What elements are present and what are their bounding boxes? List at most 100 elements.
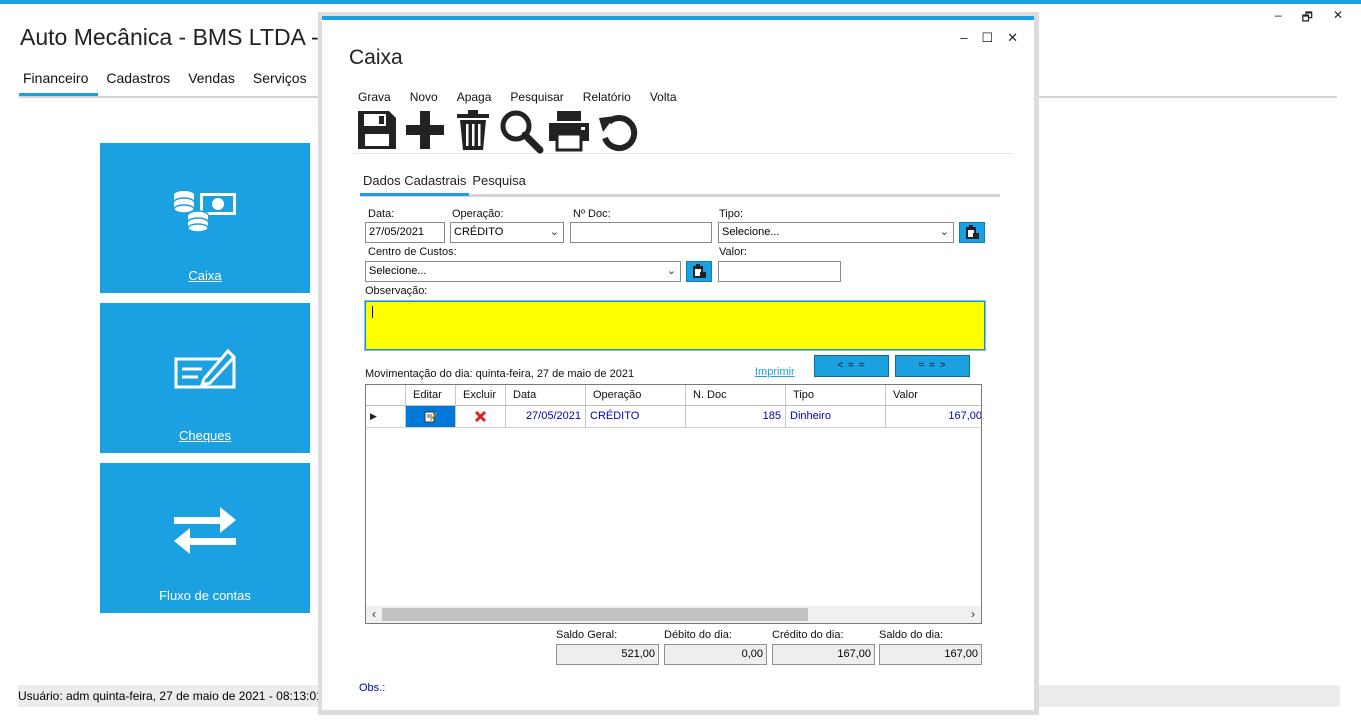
nav-item-servicos[interactable]: Serviços: [249, 70, 317, 96]
app-title: Auto Mecânica - BMS LTDA -: [20, 24, 319, 50]
movimentacao-label: Movimentação do dia: quinta-feira, 27 de…: [365, 368, 635, 380]
saldo-geral-value: 521,00: [556, 644, 659, 665]
data-field[interactable]: 27/05/2021: [365, 222, 445, 243]
tipo-select[interactable]: Selecione... ⌄: [718, 222, 954, 243]
menu-apaga[interactable]: Apaga: [457, 90, 492, 104]
restore-icon[interactable]: 🗗: [1302, 8, 1313, 29]
tab-dados-cadastrais[interactable]: Dados Cadastrais: [360, 172, 470, 196]
grid-header-ndoc[interactable]: N. Doc: [686, 385, 786, 405]
grid-header: Editar Excluir Data Operação N. Doc Tipo…: [366, 385, 981, 406]
text-caret: [372, 306, 373, 318]
delete-x-icon: [474, 410, 487, 423]
centro-custos-lookup-button[interactable]: [686, 261, 712, 282]
prev-day-button[interactable]: < = =: [814, 355, 889, 377]
trash-icon[interactable]: [449, 108, 497, 154]
exchange-arrows-icon: [100, 505, 310, 565]
centro-custos-label: Centro de Custos:: [368, 246, 457, 258]
saldo-geral-label: Saldo Geral:: [556, 629, 618, 641]
saldo-dia-label: Saldo do dia:: [879, 629, 944, 641]
ndoc-field[interactable]: [570, 222, 712, 243]
saldo-dia-value: 167,00: [879, 644, 982, 665]
scroll-right-icon[interactable]: ›: [965, 606, 981, 623]
credito-value: 167,00: [772, 644, 875, 665]
grid-header-excluir[interactable]: Excluir: [456, 385, 506, 405]
coins-money-icon: [100, 185, 310, 245]
operacao-label: Operação:: [452, 208, 504, 220]
close-icon[interactable]: ✕: [1333, 8, 1343, 29]
operacao-value: CRÉDITO: [454, 226, 504, 238]
dialog-window-controls: – ☐ ✕: [960, 30, 1018, 46]
dialog-title: Caixa: [349, 46, 403, 69]
horizontal-scrollbar[interactable]: ‹ ›: [366, 606, 981, 623]
maximize-icon[interactable]: ☐: [981, 30, 993, 46]
delete-cell[interactable]: [456, 406, 506, 427]
status-text: Usuário: adm quinta-feira, 27 de maio de…: [18, 689, 323, 703]
caixa-dialog: Caixa – ☐ ✕ Grava Novo Apaga Pesquisar R…: [318, 12, 1039, 715]
dialog-menu-bar: Grava Novo Apaga Pesquisar Relatório Vol…: [358, 90, 677, 104]
row-selector-arrow-icon: ▶: [366, 406, 406, 427]
observacao-textarea[interactable]: [364, 300, 986, 351]
tipo-lookup-button[interactable]: [959, 222, 985, 243]
clipboard-icon: [693, 264, 706, 278]
grid-header-valor[interactable]: Valor: [886, 385, 981, 405]
scrollbar-thumb[interactable]: [382, 608, 808, 621]
menu-novo[interactable]: Novo: [410, 90, 438, 104]
cell-valor: 167,00: [948, 410, 982, 422]
nav-item-cadastros[interactable]: Cadastros: [102, 70, 180, 96]
grid-header-operacao[interactable]: Operação: [586, 385, 686, 405]
save-icon[interactable]: [353, 108, 401, 154]
menu-grava[interactable]: Grava: [358, 90, 391, 104]
plus-icon[interactable]: [401, 108, 449, 154]
grid-header-data[interactable]: Data: [506, 385, 586, 405]
chevron-down-icon: ⌄: [549, 226, 559, 238]
cell-data: 27/05/2021: [506, 406, 586, 427]
nav-item-vendas[interactable]: Vendas: [184, 70, 245, 96]
debito-value: 0,00: [664, 644, 767, 665]
dialog-tabs: Dados Cadastrais Pesquisa: [360, 172, 1000, 197]
centro-custos-value: Selecione...: [369, 265, 427, 277]
valor-label: Valor:: [719, 246, 747, 258]
centro-custos-select[interactable]: Selecione... ⌄: [365, 261, 681, 282]
chevron-down-icon: ⌄: [666, 265, 676, 277]
clipboard-icon: [966, 225, 979, 239]
grid-header-editar[interactable]: Editar: [406, 385, 456, 405]
dialog-toolbar: [353, 108, 1013, 154]
cell-ndoc: 185: [686, 406, 786, 427]
menu-relatorio[interactable]: Relatório: [583, 90, 631, 104]
undo-icon[interactable]: [593, 108, 641, 154]
tab-pesquisa[interactable]: Pesquisa: [469, 172, 528, 196]
imprimir-link[interactable]: Imprimir: [755, 366, 795, 378]
menu-volta[interactable]: Volta: [650, 90, 677, 104]
data-label: Data:: [368, 208, 395, 220]
menu-pesquisar[interactable]: Pesquisar: [510, 90, 563, 104]
table-row[interactable]: ▶ 27/05/2021 CRÉDITO 185 Dinheiro 167,00: [366, 406, 982, 428]
tipo-label: Tipo:: [719, 208, 744, 220]
close-icon[interactable]: ✕: [1007, 30, 1018, 46]
print-icon[interactable]: [545, 108, 593, 154]
operacao-select[interactable]: CRÉDITO ⌄: [450, 222, 564, 243]
grid-header-tipo[interactable]: Tipo: [786, 385, 886, 405]
edit-cell[interactable]: [406, 406, 456, 427]
nav-item-financeiro[interactable]: Financeiro: [19, 70, 99, 96]
scroll-left-icon[interactable]: ‹: [366, 606, 382, 623]
minimize-icon[interactable]: –: [960, 30, 967, 46]
caixa-dialog-body: Caixa – ☐ ✕ Grava Novo Apaga Pesquisar R…: [322, 16, 1034, 710]
debito-label: Débito do dia:: [664, 629, 732, 641]
tipo-value: Selecione...: [722, 226, 780, 238]
tile-fluxo-de-contas[interactable]: Fluxo de contas: [100, 463, 310, 613]
tile-label: Cheques: [178, 428, 232, 443]
obs-footer-label: Obs.:: [359, 682, 386, 694]
next-day-button[interactable]: = = >: [895, 355, 970, 377]
observacao-label: Observação:: [365, 285, 428, 297]
tile-caixa[interactable]: Caixa: [100, 143, 310, 293]
movimentacao-grid: Editar Excluir Data Operação N. Doc Tipo…: [365, 384, 982, 624]
top-accent-bar: [0, 0, 1361, 4]
tile-label: Fluxo de contas: [159, 588, 251, 603]
search-icon[interactable]: [497, 108, 545, 154]
edit-icon: [424, 411, 437, 423]
valor-field[interactable]: [718, 261, 841, 282]
window-controls: – 🗗 ✕: [1275, 8, 1343, 29]
minimize-icon[interactable]: –: [1275, 8, 1282, 29]
cell-operacao: CRÉDITO: [586, 406, 686, 427]
tile-cheques[interactable]: Cheques: [100, 303, 310, 453]
